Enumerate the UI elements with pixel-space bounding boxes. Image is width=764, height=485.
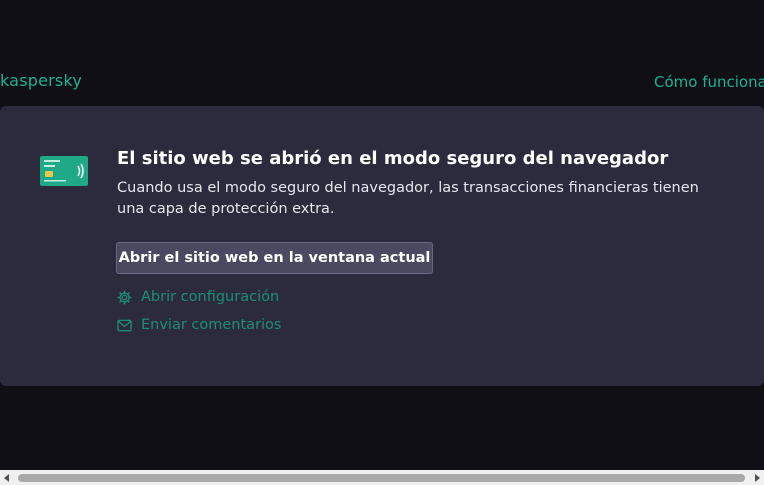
page: kaspersky Cómo funciona El sitio web se … (0, 0, 764, 485)
secure-browser-card: El sitio web se abrió en el modo seguro … (0, 106, 764, 386)
envelope-icon (117, 319, 132, 331)
card-title: El sitio web se abrió en el modo seguro … (117, 148, 669, 169)
scroll-left-arrow-icon[interactable] (4, 474, 9, 482)
scroll-right-arrow-icon[interactable] (755, 474, 760, 482)
horizontal-scrollbar[interactable] (0, 470, 764, 485)
bank-card-icon (40, 156, 88, 186)
scrollbar-thumb[interactable] (18, 474, 745, 482)
how-it-works-link[interactable]: Cómo funciona (654, 73, 764, 91)
kaspersky-logo: kaspersky (0, 71, 83, 90)
open-in-current-window-button[interactable]: Abrir el sitio web en la ventana actual (116, 242, 433, 274)
gear-icon (117, 289, 132, 305)
open-settings-label: Abrir configuración (141, 289, 280, 305)
card-description: Cuando usa el modo seguro del navegador,… (117, 180, 699, 217)
send-feedback-link[interactable]: Enviar comentarios (117, 317, 281, 333)
open-settings-link[interactable]: Abrir configuración (117, 289, 279, 305)
send-feedback-label: Enviar comentarios (141, 317, 282, 333)
